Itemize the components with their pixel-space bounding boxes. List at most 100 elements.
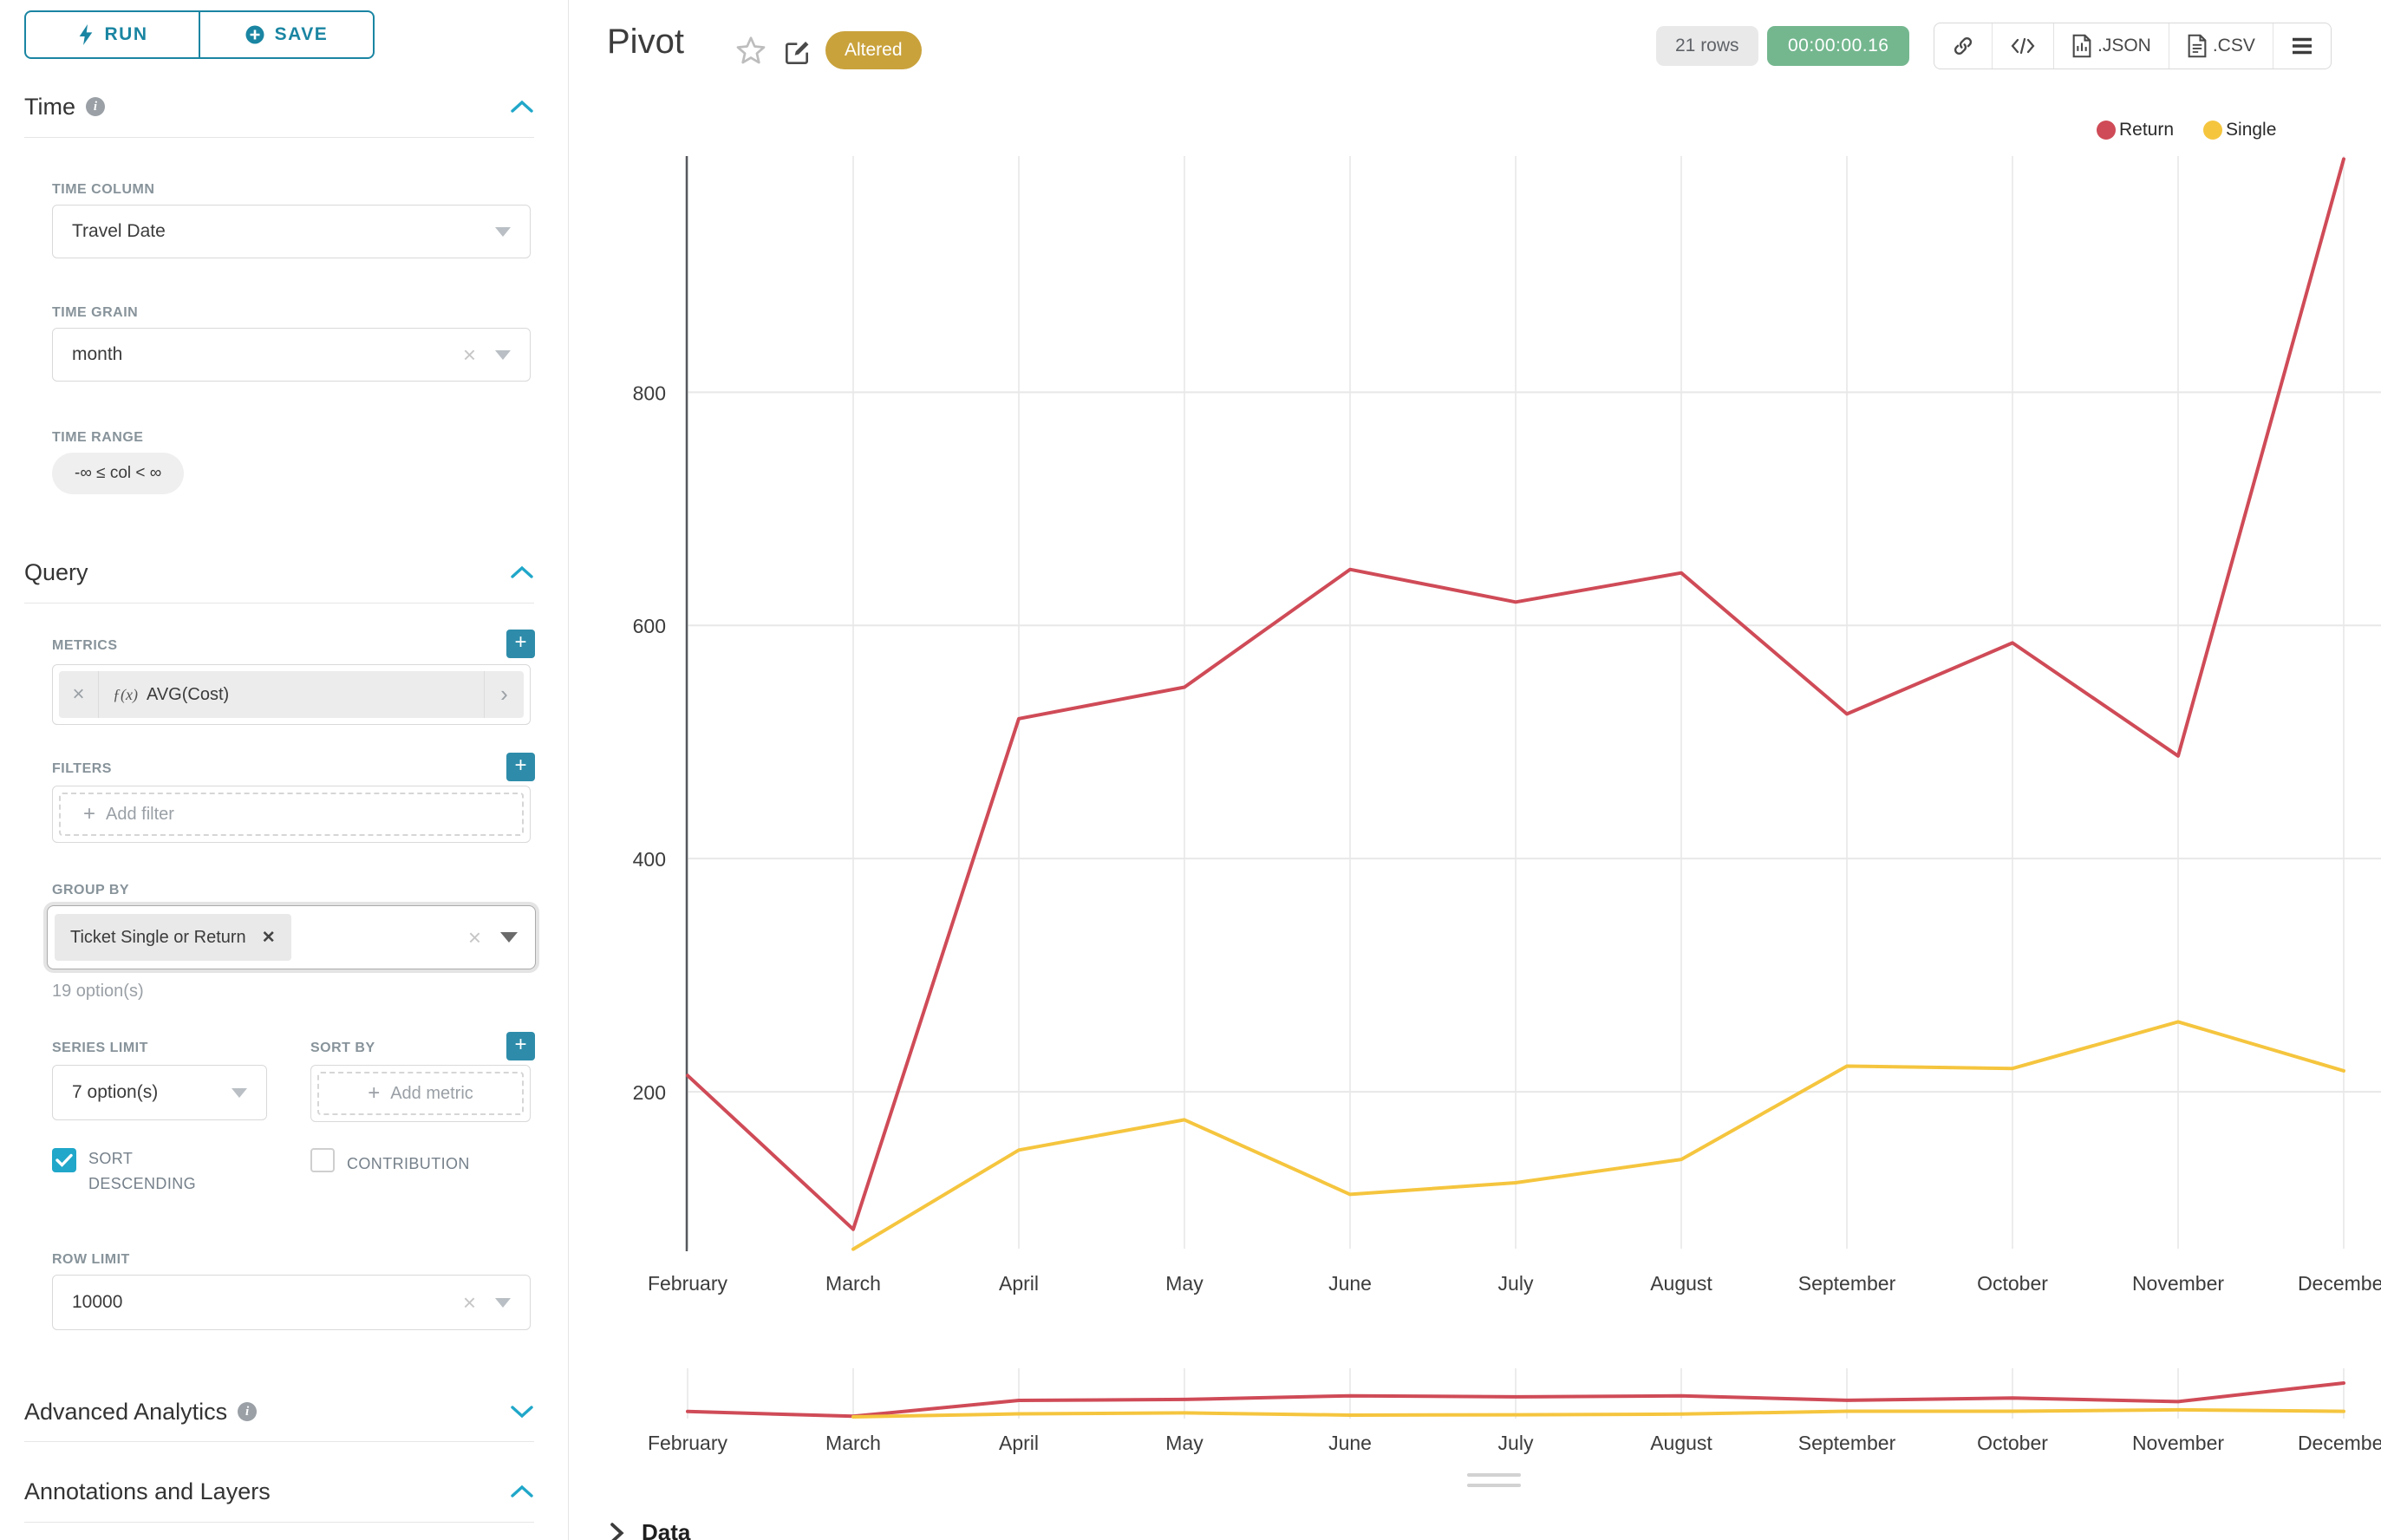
row-limit-value: 10000 — [72, 1292, 122, 1313]
time-column-select[interactable]: Travel Date — [52, 205, 531, 258]
add-filter-dropzone[interactable]: + Add filter — [59, 793, 524, 836]
time-range-pill[interactable]: -∞ ≤ col < ∞ — [52, 453, 184, 494]
svg-text:November: November — [2132, 1432, 2224, 1454]
time-section-title: Time — [24, 94, 75, 121]
annotations-header[interactable]: Annotations and Layers — [24, 1474, 534, 1509]
svg-text:September: September — [1798, 1432, 1896, 1454]
more-options-button[interactable] — [2273, 23, 2331, 69]
group-by-select[interactable]: Ticket Single or Return ✕ × — [47, 905, 536, 969]
star-icon[interactable] — [735, 35, 766, 66]
sort-by-control: + Add metric — [310, 1065, 531, 1122]
svg-text:August: August — [1650, 1272, 1712, 1295]
save-button-label: SAVE — [275, 24, 329, 45]
section-divider — [24, 137, 534, 138]
svg-text:March: March — [825, 1272, 881, 1295]
time-grain-label: TIME GRAIN — [52, 305, 138, 321]
time-range-label: TIME RANGE — [52, 430, 143, 446]
chevron-up-icon[interactable] — [510, 564, 534, 580]
filters-label: FILTERS — [52, 761, 112, 777]
contribution-label: CONTRIBUTION — [347, 1152, 470, 1177]
contribution-checkbox[interactable] — [310, 1148, 335, 1172]
plus-icon: + — [368, 1081, 380, 1106]
svg-text:December: December — [2298, 1272, 2381, 1295]
add-metric-button[interactable]: + — [506, 630, 535, 658]
export-csv-button[interactable]: .CSV — [2169, 23, 2273, 69]
svg-text:December: December — [2298, 1432, 2381, 1454]
query-timer-badge: 00:00:00.16 — [1767, 26, 1909, 66]
info-icon: i — [86, 97, 105, 116]
chevron-down-icon — [500, 932, 518, 943]
svg-text:March: March — [825, 1432, 881, 1454]
sort-descending-label: SORT DESCENDING — [88, 1146, 219, 1197]
row-limit-select[interactable]: 10000 × — [52, 1275, 531, 1330]
svg-text:September: September — [1798, 1272, 1896, 1295]
time-grain-value: month — [72, 344, 122, 365]
save-button[interactable]: SAVE — [199, 12, 373, 57]
clear-icon[interactable]: × — [463, 343, 476, 366]
chevron-down-icon[interactable] — [510, 1404, 534, 1419]
chevron-up-icon[interactable] — [510, 99, 534, 114]
function-icon: ƒ(x) — [113, 686, 138, 704]
clear-icon[interactable]: × — [468, 926, 481, 949]
export-json-button[interactable]: .JSON — [2053, 23, 2169, 69]
chevron-right-icon[interactable]: › — [484, 671, 524, 718]
lightning-icon — [77, 24, 95, 45]
run-button[interactable]: RUN — [26, 12, 199, 57]
chevron-up-icon[interactable] — [510, 1484, 534, 1499]
group-by-chip[interactable]: Ticket Single or Return ✕ — [55, 914, 291, 961]
hamburger-menu-icon — [2291, 36, 2313, 55]
svg-text:June: June — [1328, 1432, 1372, 1454]
section-divider — [24, 1522, 534, 1523]
add-sort-metric-button[interactable]: + — [506, 1032, 535, 1060]
svg-text:June: June — [1328, 1272, 1372, 1295]
group-by-label: GROUP BY — [52, 883, 129, 898]
export-json-label: .JSON — [2097, 36, 2151, 56]
data-panel-toggle[interactable]: Data — [607, 1519, 690, 1540]
chevron-down-icon — [232, 1088, 247, 1098]
time-grain-select[interactable]: month × — [52, 328, 531, 382]
metrics-control: × ƒ(x) AVG(Cost) › — [52, 664, 531, 725]
add-filter-button[interactable]: + — [506, 753, 535, 781]
add-sort-metric-dropzone[interactable]: + Add metric — [317, 1072, 524, 1115]
svg-text:600: 600 — [633, 615, 666, 637]
svg-text:July: July — [1498, 1432, 1534, 1454]
embed-code-button[interactable] — [1992, 23, 2053, 69]
code-icon — [2010, 36, 2036, 56]
resize-handle[interactable] — [1467, 1473, 1521, 1477]
plus-icon: + — [83, 802, 95, 826]
remove-metric-icon[interactable]: × — [59, 671, 99, 718]
sort-by-label: SORT BY — [310, 1041, 375, 1056]
section-divider — [24, 603, 534, 604]
chart-title: Pivot — [607, 23, 684, 62]
run-button-label: RUN — [105, 24, 148, 45]
data-panel-title: Data — [642, 1519, 690, 1540]
plus-circle-icon — [245, 25, 264, 44]
series-limit-value: 7 option(s) — [72, 1082, 158, 1103]
series-limit-select[interactable]: 7 option(s) — [52, 1065, 267, 1120]
check-icon — [55, 1153, 73, 1167]
altered-badge[interactable]: Altered — [825, 31, 922, 69]
clear-icon[interactable]: × — [463, 1291, 476, 1314]
time-section-header[interactable]: Time i — [24, 89, 534, 124]
svg-text:October: October — [1977, 1272, 2048, 1295]
chevron-down-icon — [495, 1298, 511, 1308]
chevron-down-icon — [495, 227, 511, 237]
svg-text:April: April — [999, 1272, 1039, 1295]
sort-descending-checkbox[interactable] — [52, 1148, 76, 1172]
remove-chip-icon[interactable]: ✕ — [262, 928, 276, 948]
svg-text:July: July — [1498, 1272, 1534, 1295]
metric-chip[interactable]: × ƒ(x) AVG(Cost) › — [59, 671, 524, 718]
svg-text:October: October — [1977, 1432, 2048, 1454]
svg-text:200: 200 — [633, 1081, 666, 1104]
filters-control: + Add filter — [52, 786, 531, 843]
advanced-analytics-header[interactable]: Advanced Analytics i — [24, 1394, 534, 1429]
time-column-value: Travel Date — [72, 221, 166, 242]
time-column-label: TIME COLUMN — [52, 182, 154, 198]
line-chart: 200400600800FebruaryFebruaryMarchMarchAp… — [569, 104, 2381, 1491]
annotations-title: Annotations and Layers — [24, 1478, 271, 1505]
resize-handle[interactable] — [1467, 1484, 1521, 1487]
copy-link-button[interactable] — [1934, 23, 1992, 69]
query-section-header[interactable]: Query — [24, 555, 534, 590]
edit-icon[interactable] — [784, 38, 812, 66]
run-save-button-group: RUN SAVE — [24, 10, 375, 59]
